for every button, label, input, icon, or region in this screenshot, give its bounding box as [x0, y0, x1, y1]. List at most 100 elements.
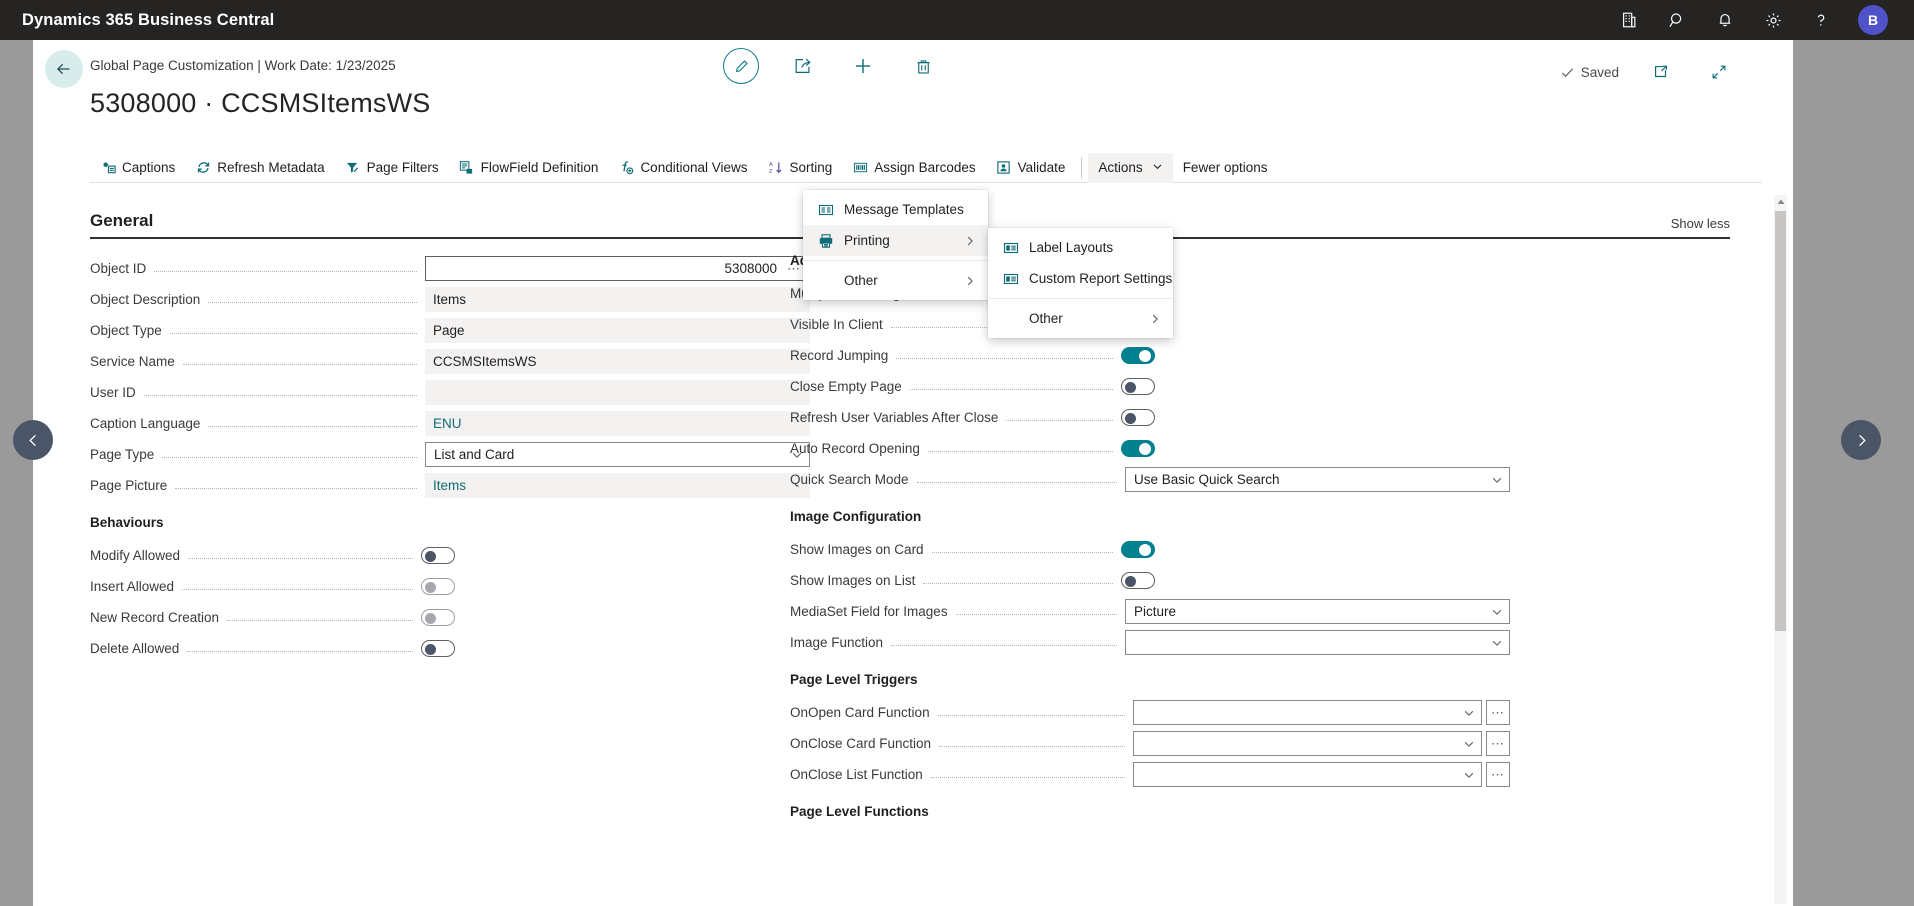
field-quick-search-mode: Quick Search Mode Use Basic Quick Search: [790, 464, 1510, 495]
previous-record-button[interactable]: [13, 420, 53, 460]
page-level-functions-heading: Page Level Functions: [790, 804, 929, 819]
ribbon-item-conditional-views[interactable]: Conditional Views: [608, 153, 757, 183]
notification-bell-icon[interactable]: [1714, 9, 1736, 31]
ribbon-actions-menu-button[interactable]: Actions: [1088, 152, 1173, 183]
chevron-down-icon: [1463, 769, 1475, 781]
field-label: New Record Creation: [90, 610, 220, 625]
show-images-on-card-toggle[interactable]: [1121, 541, 1155, 558]
onclose-card-function-select[interactable]: [1133, 731, 1482, 756]
field-object-type: Object Type Page: [90, 315, 810, 346]
search-icon[interactable]: [1666, 9, 1688, 31]
company-icon[interactable]: [1618, 9, 1640, 31]
menu-item-custom-report-settings[interactable]: Custom Report Settings: [988, 263, 1173, 294]
printer-icon: [817, 232, 834, 249]
ribbon-actions-label: Actions: [1098, 160, 1143, 175]
onopen-card-function-select[interactable]: [1133, 700, 1482, 725]
object-id-input[interactable]: 5308000 ⋯: [425, 256, 810, 281]
caption-language-value[interactable]: ENU: [425, 411, 810, 436]
next-record-button[interactable]: [1841, 420, 1881, 460]
leader-dots: [930, 766, 1125, 778]
object-id-value: 5308000: [724, 261, 777, 276]
field-image-function: Image Function: [790, 627, 1510, 658]
field-label: Modify Allowed: [90, 548, 181, 563]
object-type-value[interactable]: Page: [425, 318, 810, 343]
quick-search-mode-select[interactable]: Use Basic Quick Search: [1125, 467, 1510, 492]
leader-dots: [208, 291, 417, 303]
leader-dots: [955, 603, 1117, 615]
edit-pencil-icon[interactable]: [723, 48, 759, 84]
onclose-list-function-assist-button[interactable]: ⋯: [1486, 762, 1510, 787]
ribbon-item-flowfield-definition[interactable]: FlowField Definition: [449, 153, 609, 183]
field-label: Insert Allowed: [90, 579, 175, 594]
menu-divider: [988, 298, 1173, 299]
menu-item-printing-other[interactable]: Other: [988, 303, 1173, 334]
ribbon-label: Sorting: [789, 160, 833, 175]
insert-allowed-toggle[interactable]: [421, 578, 455, 595]
delete-trash-icon[interactable]: [907, 50, 939, 82]
back-button[interactable]: [45, 50, 83, 88]
menu-item-label: Printing: [844, 233, 890, 248]
menu-item-label: Custom Report Settings: [1029, 271, 1173, 286]
ribbon-item-captions[interactable]: Captions: [90, 153, 185, 183]
ribbon-label: Refresh Metadata: [217, 160, 325, 175]
printing-submenu: Label Layouts Custom Report Settings Oth…: [988, 228, 1173, 338]
image-configuration-heading: Image Configuration: [790, 509, 922, 524]
menu-item-other[interactable]: Other: [803, 265, 988, 296]
ribbon-item-assign-barcodes[interactable]: Assign Barcodes: [842, 153, 985, 183]
field-show-images-on-card: Show Images on Card: [790, 534, 1510, 565]
menu-item-label-layouts[interactable]: Label Layouts: [988, 232, 1173, 263]
onopen-card-function-assist-button[interactable]: ⋯: [1486, 700, 1510, 725]
new-plus-icon[interactable]: [847, 50, 879, 82]
collapse-icon[interactable]: [1703, 56, 1735, 88]
page-type-select[interactable]: List and Card: [425, 442, 810, 467]
menu-item-label: Label Layouts: [1029, 240, 1114, 255]
gear-icon[interactable]: [1762, 9, 1784, 31]
onclose-list-function-select[interactable]: [1133, 762, 1482, 787]
help-icon[interactable]: [1810, 9, 1832, 31]
delete-allowed-toggle[interactable]: [421, 640, 455, 657]
chevron-down-icon: [1152, 160, 1163, 175]
page-picture-value[interactable]: Items: [425, 473, 810, 498]
field-label: Page Type: [90, 447, 155, 462]
vertical-scrollbar[interactable]: [1774, 195, 1787, 904]
field-label: Service Name: [90, 354, 175, 369]
record-jumping-toggle[interactable]: [1121, 347, 1155, 364]
ribbon-item-sorting[interactable]: A Z Sorting: [758, 153, 843, 183]
field-object-description: Object Description Items: [90, 284, 810, 315]
refresh-user-variables-toggle[interactable]: [1121, 409, 1155, 426]
top-bar-icon-group: B: [1618, 5, 1888, 35]
menu-item-printing[interactable]: Printing: [803, 225, 988, 256]
field-label: Auto Record Opening: [790, 441, 920, 456]
close-empty-page-toggle[interactable]: [1121, 378, 1155, 395]
object-description-value[interactable]: Items: [425, 287, 810, 312]
chevron-down-icon: [1491, 637, 1503, 649]
ribbon-item-validate[interactable]: Validate: [986, 153, 1076, 183]
auto-record-opening-toggle[interactable]: [1121, 440, 1155, 457]
mediaset-field-select[interactable]: Picture: [1125, 599, 1510, 624]
field-label: OnClose Card Function: [790, 736, 932, 751]
avatar[interactable]: B: [1858, 5, 1888, 35]
ribbon-fewer-options-button[interactable]: Fewer options: [1173, 153, 1278, 183]
image-function-select[interactable]: [1125, 630, 1510, 655]
show-images-on-list-toggle[interactable]: [1121, 572, 1155, 589]
field-refresh-user-variables: Refresh User Variables After Close: [790, 402, 1510, 433]
user-id-value[interactable]: [425, 380, 810, 405]
menu-item-message-templates[interactable]: Message Templates: [803, 194, 988, 225]
field-label: Object ID: [90, 261, 147, 276]
field-record-jumping: Record Jumping: [790, 340, 1510, 371]
modify-allowed-toggle[interactable]: [421, 547, 455, 564]
scrollbar-thumb[interactable]: [1775, 211, 1786, 631]
ribbon-item-refresh-metadata[interactable]: Refresh Metadata: [185, 153, 334, 183]
menu-item-label: Message Templates: [844, 202, 964, 217]
new-record-creation-toggle[interactable]: [421, 609, 455, 626]
header-action-group: [723, 48, 939, 84]
ribbon-item-page-filters[interactable]: Page Filters: [335, 153, 449, 183]
onclose-card-function-assist-button[interactable]: ⋯: [1486, 731, 1510, 756]
show-less-button[interactable]: Show less: [1671, 216, 1730, 231]
share-icon[interactable]: [787, 50, 819, 82]
open-in-new-window-icon[interactable]: [1645, 56, 1677, 88]
scroll-up-arrow-icon[interactable]: [1774, 195, 1787, 209]
page-title: 5308000 · CCSMSItemsWS: [90, 88, 431, 118]
onclose-list-function-control: ⋯: [1133, 762, 1510, 787]
service-name-value[interactable]: CCSMSItemsWS: [425, 349, 810, 374]
